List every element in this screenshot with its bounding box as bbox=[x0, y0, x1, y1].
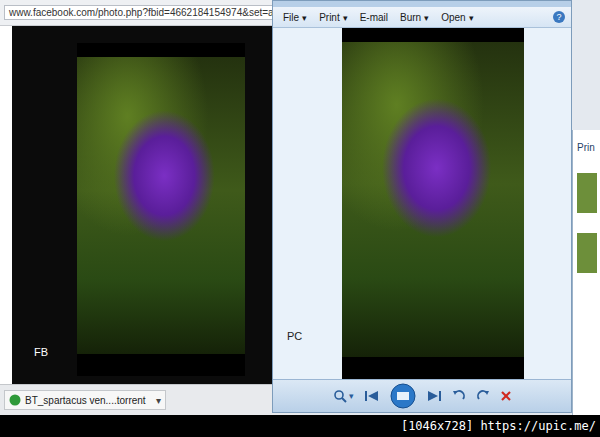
photo-viewer-window: File▾ Print▾ E-mail Burn▾ Open▾? PC ▾ bbox=[272, 0, 572, 413]
menu-item[interactable]: File▾ bbox=[283, 12, 307, 23]
download-name: BT_spartacus ven....torrent bbox=[25, 395, 146, 406]
menu-item[interactable]: Burn▾ bbox=[400, 12, 429, 23]
help-button[interactable]: ? bbox=[553, 11, 565, 23]
address-bar[interactable]: www.facebook.com/photo.php?fbid=46621841… bbox=[4, 5, 300, 20]
watermark-bar: [1046x728] https://upic.me/ bbox=[0, 415, 600, 437]
delete-button[interactable] bbox=[500, 390, 512, 402]
next-icon bbox=[426, 390, 442, 402]
browser-window: www.facebook.com/photo.php?fbid=46621841… bbox=[0, 0, 300, 415]
menu-item[interactable]: Print▾ bbox=[319, 12, 348, 23]
watermark: [1046x728] https://upic.me/ bbox=[401, 419, 596, 433]
magnifier-icon bbox=[333, 389, 347, 403]
slideshow-icon bbox=[390, 383, 416, 409]
download-item[interactable]: BT_spartacus ven....torrent ▾ bbox=[4, 390, 166, 410]
side-window: Prin bbox=[572, 130, 600, 415]
next-button[interactable] bbox=[426, 390, 442, 402]
side-menu-item[interactable]: Prin bbox=[577, 142, 600, 153]
rotate-left-button[interactable] bbox=[452, 389, 466, 403]
menu-item[interactable]: E-mail bbox=[360, 12, 388, 23]
viewer-content: PC bbox=[273, 28, 571, 379]
delete-icon bbox=[500, 390, 512, 402]
menu-bar: File▾ Print▾ E-mail Burn▾ Open▾? bbox=[273, 7, 571, 28]
rotate-left-icon bbox=[452, 389, 466, 403]
address-row: www.facebook.com/photo.php?fbid=46621841… bbox=[0, 0, 300, 26]
slideshow-button[interactable] bbox=[390, 383, 416, 409]
thumbnail[interactable] bbox=[577, 233, 597, 273]
previous-icon bbox=[364, 390, 380, 402]
photo[interactable] bbox=[342, 28, 524, 379]
fb-label: FB bbox=[34, 346, 48, 358]
photo[interactable] bbox=[77, 43, 245, 376]
rotate-right-icon bbox=[476, 389, 490, 403]
controls-bar: ▾ bbox=[273, 379, 571, 412]
thumbnail[interactable] bbox=[577, 173, 597, 213]
download-bar: BT_spartacus ven....torrent ▾ bbox=[0, 384, 300, 415]
photo-viewer: FB bbox=[12, 26, 300, 384]
torrent-icon bbox=[9, 394, 21, 406]
photo-area: FB bbox=[0, 26, 300, 384]
zoom-button[interactable]: ▾ bbox=[333, 389, 354, 403]
desktop: www.facebook.com/photo.php?fbid=46621841… bbox=[0, 0, 600, 437]
menu-item[interactable]: Open▾ bbox=[441, 12, 473, 23]
rotate-right-button[interactable] bbox=[476, 389, 490, 403]
prev-button[interactable] bbox=[364, 390, 380, 402]
pc-label: PC bbox=[287, 330, 302, 342]
download-menu[interactable]: ▾ bbox=[156, 395, 161, 406]
